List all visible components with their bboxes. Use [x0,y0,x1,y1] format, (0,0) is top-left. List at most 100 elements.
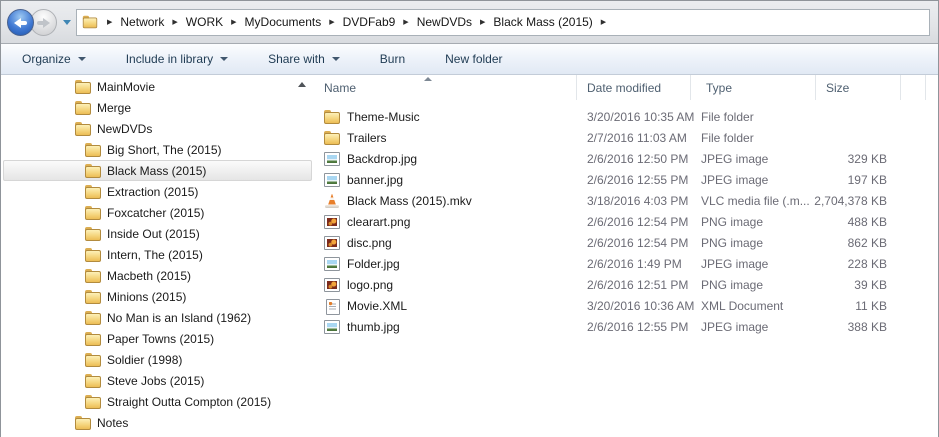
table-row[interactable]: Folder.jpg 2/6/2016 1:49 PM JPEG image 228 … [314,253,938,274]
file-name: Movie.XML [347,298,408,313]
toolbar-button-include-in-library[interactable]: Include in library [113,48,241,70]
table-row[interactable]: Trailers 2/7/2016 11:03 AM File folder [314,127,938,148]
table-row[interactable]: thumb.jpg 2/6/2016 12:55 PM JPEG image 388 … [314,316,938,337]
breadcrumb-segment-dvdfab9[interactable]: DVDFab9 [342,13,397,31]
file-date: 3/20/2016 10:35 AM [587,109,695,124]
table-row[interactable]: Black Mass (2015).mkv 3/18/2016 4:03 PM VL… [314,190,938,211]
toolbar-button-organize[interactable]: Organize [9,48,99,70]
file-name-cell: Trailers [314,130,577,145]
sidebar-item-black-mass-2015[interactable]: Black Mass (2015) [3,160,312,181]
chevron-down-icon [77,57,86,61]
png-image-icon [324,214,340,229]
folder-icon [75,121,91,136]
sidebar-item-extraction-2015[interactable]: Extraction (2015) [3,181,312,202]
folder-icon [85,352,101,367]
file-name-cell: Black Mass (2015).mkv [314,194,577,208]
sidebar-item-macbeth-2015[interactable]: Macbeth (2015) [3,265,312,286]
breadcrumb-segment-newdvds[interactable]: NewDVDs [416,13,473,31]
toolbar-button-label: Share with [268,52,325,66]
file-date: 2/6/2016 12:55 PM [587,172,689,187]
sidebar-item-minions-2015[interactable]: Minions (2015) [3,286,312,307]
table-row[interactable]: banner.jpg 2/6/2016 12:55 PM JPEG image 197… [314,169,938,190]
table-row[interactable]: clearart.png 2/6/2016 12:54 PM PNG image 48… [314,211,938,232]
sidebar-item-label: NewDVDs [97,121,153,136]
sidebar-item-label: No Man is an Island (1962) [107,310,252,325]
breadcrumb-separator-icon: ▶ [600,19,607,26]
file-type: PNG image [701,214,764,229]
sidebar-item-label: Big Short, The (2015) [107,142,222,157]
sidebar-item-newdvds[interactable]: NewDVDs [3,118,312,139]
toolbar-button-share-with[interactable]: Share with [255,48,353,70]
sidebar-item-foxcatcher-2015[interactable]: Foxcatcher (2015) [3,202,312,223]
table-row[interactable]: Movie.XML 3/20/2016 10:36 AM XML Document 1… [314,295,938,316]
file-type: JPEG image [701,319,769,334]
sidebar-item-notes[interactable]: Notes [3,412,312,433]
file-type: XML Document [701,298,784,313]
file-name: Black Mass (2015).mkv [347,193,472,208]
back-button[interactable] [7,8,34,36]
toolbar-button-burn[interactable]: Burn [367,48,418,70]
folder-tree: MainMovie Merge NewDVDs Big Short, The (201… [1,75,314,436]
file-name: Folder.jpg [347,256,400,271]
explorer-window: ▶ Network ▶ WORK ▶ MyDocuments ▶ DVDFab9 ▶ NewDVD… [0,0,939,437]
sidebar-item-soldier-1998[interactable]: Soldier (1998) [3,349,312,370]
toolbar-button-label: Include in library [125,52,214,66]
breadcrumb-segment-network[interactable]: Network [119,13,165,31]
table-row[interactable]: Backdrop.jpg 2/6/2016 12:50 PM JPEG image 3… [314,148,938,169]
table-row[interactable]: Theme-Music 3/20/2016 10:35 AM File folder [314,106,938,127]
sidebar-item-partial[interactable] [3,433,312,436]
folder-icon [85,373,101,388]
breadcrumb-segment-work[interactable]: WORK [185,13,224,31]
back-arrow-icon [14,17,27,28]
sidebar-item-label: MainMovie [97,79,156,94]
sidebar-item-label: Intern, The (2015) [107,247,203,262]
file-type: PNG image [701,277,764,292]
sidebar-item-steve-jobs-2015[interactable]: Steve Jobs (2015) [3,370,312,391]
folder-icon [75,79,91,94]
table-row[interactable]: logo.png 2/6/2016 12:51 PM PNG image 39 KB [314,274,938,295]
jpeg-image-icon [324,151,340,166]
folder-icon [75,100,91,115]
breadcrumb-segment-mydocuments[interactable]: MyDocuments [244,13,323,31]
column-header-type[interactable]: Type [691,75,816,100]
file-type: PNG image [701,235,764,250]
breadcrumb-separator-icon: ▶ [172,19,178,26]
recent-pages-dropdown-icon[interactable] [63,19,71,25]
file-size: 2,704,378 KB [814,193,887,208]
address-bar[interactable]: ▶ Network ▶ WORK ▶ MyDocuments ▶ DVDFab9 ▶ NewDVD… [76,8,930,36]
chevron-down-icon [331,57,340,61]
folder-icon [85,268,101,283]
file-date: 2/6/2016 12:54 PM [587,214,689,229]
sidebar-item-paper-towns-2015[interactable]: Paper Towns (2015) [3,328,312,349]
file-name: logo.png [347,277,394,292]
column-header-label: Type [706,80,733,95]
toolbar-button-label: Burn [379,52,406,66]
file-size: 488 KB [847,214,887,229]
breadcrumb-segment-black-mass-2015[interactable]: Black Mass (2015) [492,13,593,31]
sidebar-item-mainmovie[interactable]: MainMovie [3,76,312,97]
sidebar-item-merge[interactable]: Merge [3,97,312,118]
sidebar-item-big-short-the-2015[interactable]: Big Short, The (2015) [3,139,312,160]
folder-icon [85,163,101,178]
sidebar-item-label: Merge [97,100,132,115]
folder-icon [85,289,101,304]
toolbar-button-new-folder[interactable]: New folder [432,48,515,70]
command-toolbar: Organize Include in library Share with Burn… [1,44,938,75]
sidebar-item-label: Steve Jobs (2015) [107,373,205,388]
folder-icon [85,205,101,220]
column-header-size[interactable]: Size [816,75,901,100]
sidebar-item-straight-outta-compton-2015[interactable]: Straight Outta Compton (2015) [3,391,312,412]
navigation-bar: ▶ Network ▶ WORK ▶ MyDocuments ▶ DVDFab9 ▶ NewDVD… [1,1,938,44]
sidebar-item-no-man-is-an-island-1962[interactable]: No Man is an Island (1962) [3,307,312,328]
sidebar-item-label: Inside Out (2015) [107,226,200,241]
folder-icon [85,226,101,241]
sidebar-item-label: Foxcatcher (2015) [107,205,205,220]
file-size: 388 KB [847,319,887,334]
forward-button[interactable] [30,8,57,36]
table-row[interactable]: disc.png 2/6/2016 12:54 PM PNG image 862 KB [314,232,938,253]
sidebar-item-inside-out-2015[interactable]: Inside Out (2015) [3,223,312,244]
scrollbar-up-arrow-icon[interactable] [298,82,306,87]
sidebar-item-intern-the-2015[interactable]: Intern, The (2015) [3,244,312,265]
column-header-date[interactable]: Date modified [577,75,691,100]
column-header-name[interactable]: Name [314,75,577,100]
